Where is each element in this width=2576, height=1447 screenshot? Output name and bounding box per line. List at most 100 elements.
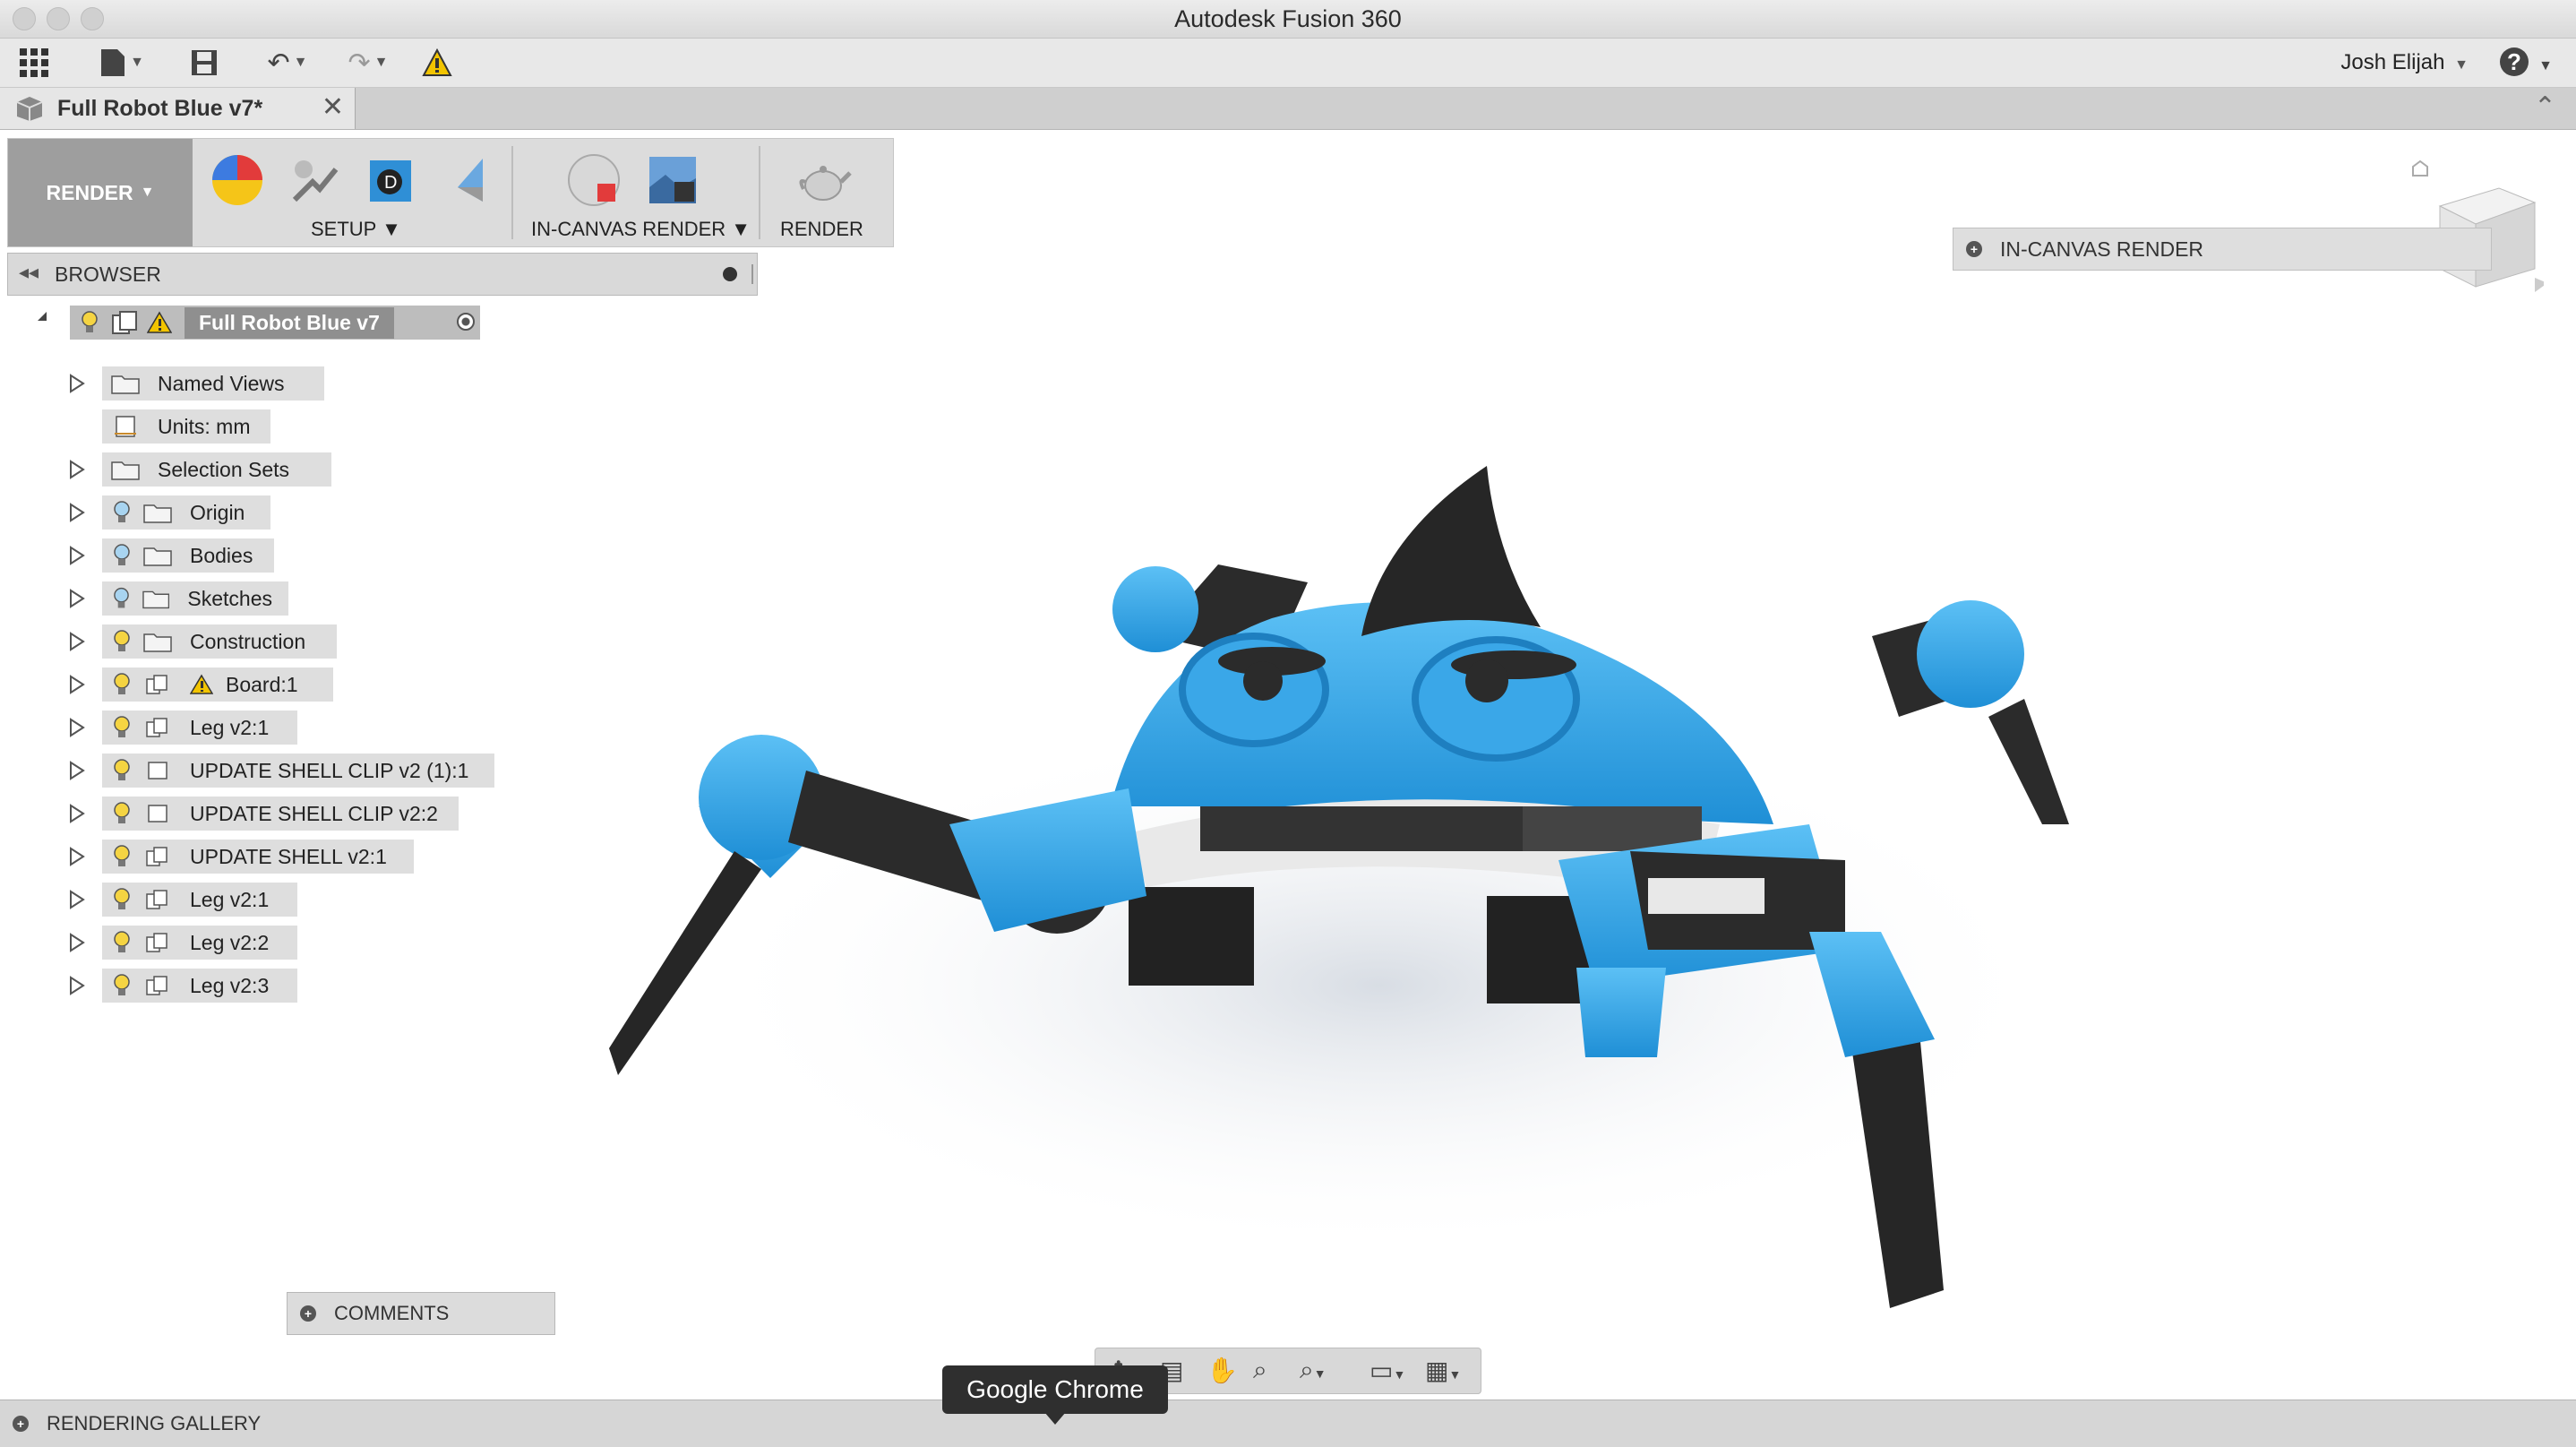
data-panel-grid-icon[interactable]: [16, 47, 52, 79]
in-canvas-render-panel[interactable]: + IN-CANVAS RENDER: [1953, 228, 2492, 271]
visibility-bulb-icon[interactable]: [113, 845, 131, 868]
browser-tree-item[interactable]: Units: mm: [102, 409, 270, 444]
expand-arrow-icon[interactable]: [68, 589, 86, 608]
expand-arrow-icon[interactable]: [68, 847, 86, 866]
browser-item-label: Leg v2:2: [190, 930, 270, 954]
visibility-bulb-icon[interactable]: [81, 311, 99, 334]
browser-root-node[interactable]: Full Robot Blue v7: [70, 306, 480, 340]
browser-tree-item[interactable]: Construction: [102, 624, 337, 659]
chevron-up-icon[interactable]: ⌃: [2534, 91, 2556, 123]
units-document-icon: [115, 416, 136, 437]
display-settings-icon[interactable]: ▭▼: [1370, 1356, 1405, 1385]
redo-button[interactable]: ↷ ▼: [337, 47, 399, 79]
visibility-bulb-icon[interactable]: [113, 716, 131, 739]
collapse-browser-icon[interactable]: ◂◂: [19, 261, 39, 284]
activate-component-radio[interactable]: [457, 313, 475, 331]
expand-arrow-icon[interactable]: [68, 933, 86, 952]
expand-arrow-icon[interactable]: [68, 761, 86, 780]
warning-icon: [190, 674, 213, 694]
grid-settings-icon[interactable]: ▦▼: [1425, 1356, 1461, 1385]
visibility-bulb-icon[interactable]: [113, 587, 130, 610]
file-menu-button[interactable]: ▼: [93, 47, 150, 79]
viewcube-menu-icon[interactable]: [2535, 278, 2544, 292]
in-canvas-render-panel-label: IN-CANVAS RENDER: [2000, 237, 2204, 261]
browser-tree-item[interactable]: Board:1: [102, 668, 333, 702]
browser-item-label: UPDATE SHELL CLIP v2:2: [190, 801, 438, 825]
save-button[interactable]: [186, 47, 222, 79]
expand-gallery-icon[interactable]: +: [13, 1416, 29, 1432]
rendering-gallery-bar[interactable]: + RENDERING GALLERY: [0, 1400, 2576, 1447]
undo-button[interactable]: ↶ ▼: [256, 47, 319, 79]
visibility-bulb-icon[interactable]: [113, 974, 131, 997]
job-status-button[interactable]: [419, 47, 455, 79]
visibility-bulb-icon[interactable]: [113, 544, 131, 567]
expand-arrow-icon[interactable]: [68, 976, 86, 995]
browser-tree-item[interactable]: UPDATE SHELL CLIP v2:2: [102, 797, 459, 831]
render-teapot-icon[interactable]: [796, 151, 854, 209]
browser-item-label: Leg v2:1: [190, 715, 270, 739]
setup-menu[interactable]: SETUP ▼: [311, 218, 401, 241]
visibility-bulb-icon[interactable]: [113, 802, 131, 825]
expand-arrow-icon[interactable]: [68, 546, 86, 565]
expand-arrow-icon[interactable]: [68, 632, 86, 651]
expand-arrow-icon[interactable]: [68, 675, 86, 694]
document-tab-label: Full Robot Blue v7*: [57, 95, 263, 121]
fit-icon[interactable]: ⌕▼: [1300, 1356, 1327, 1385]
comments-label: COMMENTS: [334, 1302, 450, 1324]
browser-tree-item[interactable]: Origin: [102, 495, 270, 530]
visibility-bulb-icon[interactable]: [113, 888, 131, 911]
user-account-menu[interactable]: Josh Elijah ▼: [2340, 39, 2469, 90]
expand-arrow-icon[interactable]: [68, 374, 86, 393]
close-tab-icon[interactable]: ✕: [322, 91, 344, 123]
expand-arrow-icon[interactable]: [68, 718, 86, 737]
decal-icon[interactable]: D: [363, 151, 420, 209]
viewcube[interactable]: [2400, 143, 2544, 305]
workspace-switcher[interactable]: RENDER ▼: [8, 139, 193, 246]
visibility-bulb-icon[interactable]: [113, 931, 131, 954]
visibility-bulb-icon[interactable]: [113, 673, 131, 696]
browser-tree-item[interactable]: Sketches: [102, 581, 288, 616]
visibility-bulb-icon[interactable]: [113, 501, 131, 524]
browser-tree-item[interactable]: Selection Sets: [102, 452, 331, 487]
browser-tree-item[interactable]: Leg v2:1: [102, 883, 297, 917]
browser-tree-item[interactable]: Bodies: [102, 538, 274, 573]
browser-tree-item[interactable]: Leg v2:2: [102, 926, 297, 960]
in-canvas-render-menu[interactable]: IN-CANVAS RENDER ▼: [531, 218, 751, 241]
visibility-bulb-icon[interactable]: [113, 630, 131, 653]
browser-item-label: Units: mm: [158, 414, 251, 438]
visibility-bulb-icon[interactable]: [113, 759, 131, 782]
texture-map-icon[interactable]: [440, 151, 497, 209]
expand-panel-icon[interactable]: +: [1966, 241, 1982, 257]
browser-tree-item[interactable]: Leg v2:1: [102, 711, 297, 745]
browser-item-label: Board:1: [226, 672, 298, 696]
comments-panel[interactable]: + COMMENTS: [287, 1292, 555, 1335]
expand-arrow-icon[interactable]: [68, 890, 86, 909]
robot-render-viewport[interactable]: [573, 430, 2150, 1362]
capture-image-icon[interactable]: [644, 151, 701, 209]
browser-tree-item[interactable]: Named Views: [102, 366, 324, 401]
in-canvas-render-icon[interactable]: [565, 151, 623, 209]
zoom-icon[interactable]: ⌕: [1253, 1356, 1267, 1385]
scene-settings-icon[interactable]: [286, 151, 343, 209]
browser-tree-item[interactable]: UPDATE SHELL CLIP v2 (1):1: [102, 754, 494, 788]
expand-comments-icon[interactable]: +: [300, 1305, 316, 1322]
folder-icon: [142, 590, 170, 609]
file-icon: [101, 49, 125, 76]
workspace-label: RENDER: [46, 180, 133, 204]
help-menu[interactable]: ? ▼: [2499, 47, 2553, 76]
home-view-icon[interactable]: [2412, 159, 2428, 177]
browser-panel-header[interactable]: ◂◂ BROWSER: [7, 253, 758, 296]
collapse-root-arrow[interactable]: [36, 310, 48, 323]
browser-tree-item[interactable]: Leg v2:3: [102, 969, 297, 1003]
expand-arrow-icon[interactable]: [68, 503, 86, 522]
expand-arrow-icon[interactable]: [68, 804, 86, 823]
appearance-icon[interactable]: [209, 151, 266, 209]
document-tab[interactable]: Full Robot Blue v7* ✕: [0, 88, 356, 129]
render-menu[interactable]: RENDER: [780, 218, 863, 241]
browser-tree-item[interactable]: UPDATE SHELL v2:1: [102, 840, 414, 874]
pan-hand-icon[interactable]: ✋: [1206, 1356, 1238, 1385]
panel-resize-handle[interactable]: [751, 264, 753, 284]
tooltip-tail: [1044, 1412, 1066, 1425]
expand-arrow-icon[interactable]: [68, 460, 86, 479]
pin-panel-icon[interactable]: [723, 267, 737, 281]
